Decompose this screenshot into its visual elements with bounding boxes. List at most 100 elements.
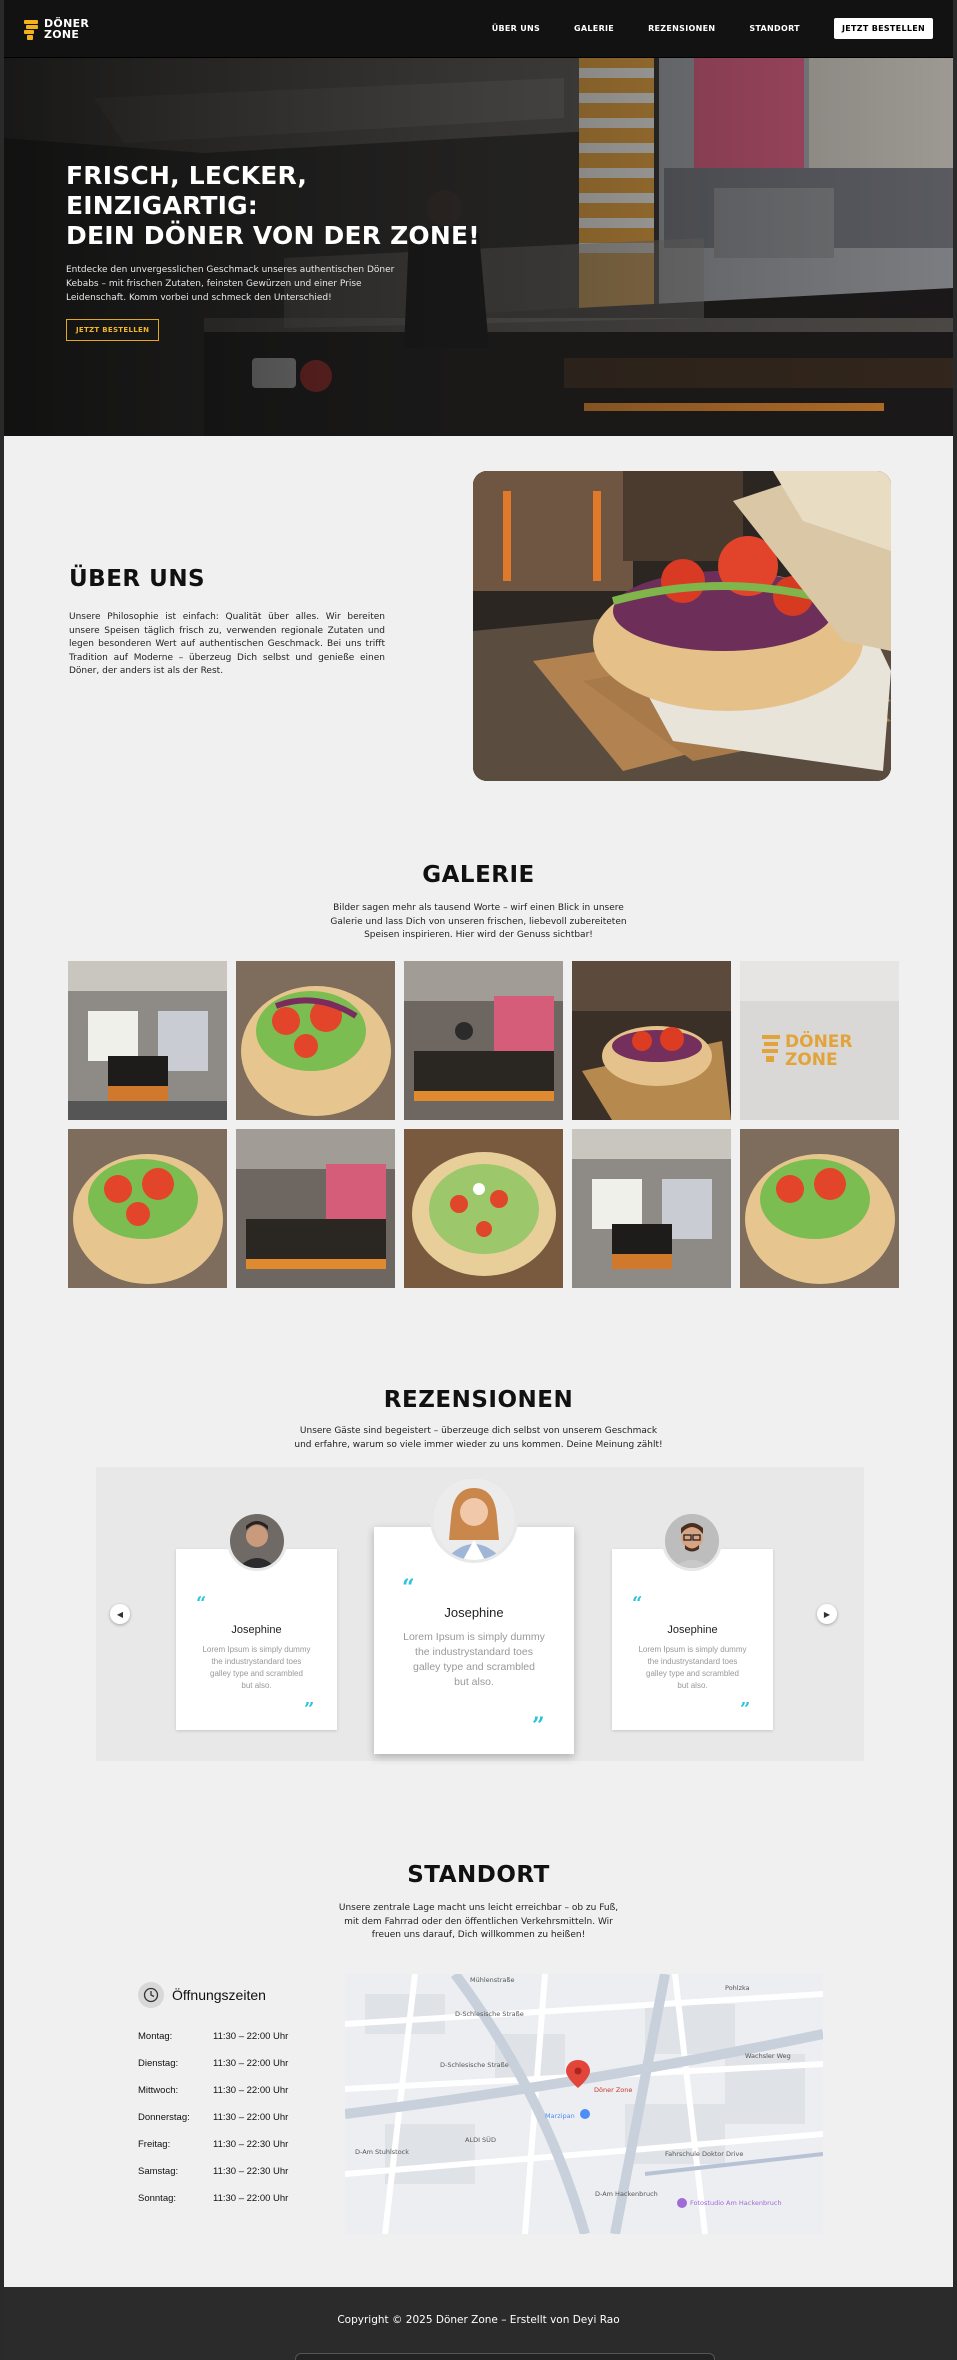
chevron-right-icon: ▶ — [823, 1609, 831, 1619]
hours-row: Dienstag: 11:30 – 22:00 Uhr — [138, 2058, 328, 2069]
nav-item-ueber-uns[interactable]: ÜBER UNS — [492, 24, 540, 33]
hero-section: FRISCH, LECKER, EINZIGARTIG: DEIN DÖNER … — [4, 58, 953, 436]
hours-time: 11:30 – 22:00 Uhr — [213, 2031, 289, 2042]
opening-hours-header: Öffnungszeiten — [138, 1982, 328, 2008]
hours-row: Samstag: 11:30 – 22:30 Uhr — [138, 2166, 328, 2177]
review-text-line: the industrystandard toes — [647, 1657, 738, 1666]
hours-time: 11:30 – 22:30 Uhr — [213, 2139, 289, 2150]
about-doner-image — [473, 471, 891, 781]
review-name: Josephine — [667, 1624, 718, 1636]
open-quote-icon: “ — [402, 1575, 415, 1601]
review-text-line: galley type and scrambled — [646, 1669, 739, 1678]
gallery-image[interactable] — [68, 961, 227, 1120]
nav-item-rezensionen[interactable]: REZENSIONEN — [648, 24, 715, 33]
hours-day: Sonntag: — [138, 2193, 177, 2204]
map-label: Fahrschule Doktor Drive — [665, 2150, 743, 2158]
review-text-line: Lorem Ipsum is simply dummy — [638, 1645, 747, 1654]
hours-row: Montag: 11:30 – 22:00 Uhr — [138, 2031, 328, 2042]
clock-icon — [138, 1982, 164, 2008]
map-label: Wachsler Weg — [745, 2052, 791, 2060]
review-text-line: galley type and scrambled — [210, 1669, 303, 1678]
gallery-image[interactable] — [404, 961, 563, 1120]
chevron-left-icon: ◀ — [116, 1609, 124, 1619]
brand-name: DÖNER ZONE — [44, 18, 89, 40]
hours-time: 11:30 – 22:00 Uhr — [213, 2085, 289, 2096]
review-card: “ Josephine Lorem Ipsum is simply dummy … — [176, 1549, 337, 1730]
review-text: Lorem Ipsum is simply dummy the industry… — [612, 1644, 773, 1692]
hours-time: 11:30 – 22:30 Uhr — [213, 2166, 289, 2177]
review-text-line: but also. — [454, 1676, 494, 1688]
review-text-line: the industrystandard toes — [211, 1657, 302, 1666]
footer: Copyright © 2025 Döner Zone – Erstellt v… — [4, 2287, 953, 2360]
hours-time: 11:30 – 22:00 Uhr — [213, 2058, 289, 2069]
nav-item-galerie[interactable]: GALERIE — [574, 24, 614, 33]
gallery-image[interactable] — [740, 1129, 899, 1288]
review-name: Josephine — [444, 1605, 504, 1620]
hero-title-line-1: FRISCH, LECKER, EINZIGARTIG: — [66, 161, 308, 220]
map-label: D-Schlesische Straße — [455, 2010, 524, 2018]
open-quote-icon: “ — [196, 1593, 207, 1614]
carousel-next-button[interactable]: ▶ — [817, 1604, 837, 1624]
gallery-image[interactable] — [572, 1129, 731, 1288]
page: DÖNER ZONE ÜBER UNS GALERIE REZENSIONEN … — [4, 0, 953, 2360]
open-quote-icon: “ — [632, 1593, 643, 1614]
carousel-prev-button[interactable]: ◀ — [110, 1604, 130, 1624]
hero-subtitle: Entdecke den unvergesslichen Geschmack u… — [66, 265, 395, 303]
opening-hours: Öffnungszeiten Montag: 11:30 – 22:00 Uhr … — [138, 1982, 328, 2204]
map-label: D-Am Hackenbruch — [595, 2190, 658, 2198]
gallery-image[interactable] — [404, 1129, 563, 1288]
location-subtitle-line-1: Unsere zentrale Lage macht uns leicht er… — [338, 1903, 619, 1913]
review-text: Lorem Ipsum is simply dummy the industry… — [374, 1630, 574, 1690]
map-label: ALDI SÜD — [465, 2135, 496, 2144]
reviews-title: REZENSIONEN — [383, 1387, 574, 1413]
map-label: Pohlzka — [725, 1984, 750, 1992]
hours-day: Montag: — [138, 2031, 173, 2042]
review-avatar — [227, 1511, 287, 1571]
gallery-image[interactable] — [68, 1129, 227, 1288]
map-label: D-Am Stuhlstock — [355, 2148, 409, 2156]
nav-order-button[interactable]: JETZT BESTELLEN — [833, 18, 933, 39]
review-text-line: Lorem Ipsum is simply dummy — [403, 1631, 545, 1643]
gallery-image[interactable] — [236, 1129, 395, 1288]
review-card: “ Josephine Lorem Ipsum is simply dummy … — [612, 1549, 773, 1730]
location-subtitle-line-2: mit dem Fahrrad oder den öffentlichen Ve… — [344, 1916, 613, 1927]
hours-row: Sonntag: 11:30 – 22:00 Uhr — [138, 2193, 328, 2204]
gallery-image[interactable] — [572, 961, 731, 1120]
hours-day: Mittwoch: — [138, 2085, 179, 2096]
map-label: D-Schlesische Straße — [440, 2061, 509, 2069]
brand-line-2: ZONE — [44, 27, 80, 41]
close-quote-icon: ” — [304, 1699, 315, 1720]
location-title: STANDORT — [407, 1862, 550, 1888]
hero-order-button[interactable]: JETZT BESTELLEN — [66, 319, 160, 341]
doner-logo-icon — [24, 18, 40, 40]
opening-hours-title: Öffnungszeiten — [172, 1987, 266, 2003]
about-title: ÜBER UNS — [69, 566, 206, 592]
review-text-line: but also. — [241, 1681, 272, 1690]
map-label: Marzipan — [545, 2112, 575, 2120]
hours-day: Donnerstag: — [138, 2112, 190, 2123]
hours-row: Mittwoch: 11:30 – 22:00 Uhr — [138, 2085, 328, 2096]
gallery-subtitle-line-3: Speisen inspirieren. Hier wird der Genus… — [364, 930, 593, 940]
gallery-subtitle: Bilder sagen mehr als tausend Worte – wi… — [4, 902, 953, 943]
hours-day: Freitag: — [138, 2139, 171, 2150]
gallery-image[interactable] — [236, 961, 395, 1120]
gallery-image-sign[interactable]: DÖNER ZONE — [740, 961, 899, 1120]
reviews-subtitle: Unsere Gäste sind begeistert – überzeuge… — [4, 1425, 953, 1452]
reviews-carousel: ◀ ▶ “ Josephine Lorem Ipsum is simply du… — [96, 1467, 864, 1761]
hours-time: 11:30 – 22:00 Uhr — [213, 2112, 289, 2123]
nav-item-standort[interactable]: STANDORT — [749, 24, 800, 33]
nav-links: ÜBER UNS GALERIE REZENSIONEN STANDORT JE… — [492, 18, 933, 39]
copyright-text: Copyright © 2025 Döner Zone – Erstellt v… — [337, 2314, 620, 2326]
location-map[interactable]: Döner Zone D-Schlesische Straße D-Schles… — [345, 1974, 823, 2234]
location-subtitle: Unsere zentrale Lage macht uns leicht er… — [4, 1902, 953, 1943]
hours-row: Freitag: 11:30 – 22:30 Uhr — [138, 2139, 328, 2150]
gallery-sign-line-2: ZONE — [785, 1050, 838, 1070]
review-text-line: Lorem Ipsum is simply dummy — [202, 1645, 311, 1654]
gallery-subtitle-line-1: Bilder sagen mehr als tausend Worte – wi… — [333, 903, 624, 913]
review-text-line: galley type and scrambled — [413, 1661, 535, 1673]
brand-logo[interactable]: DÖNER ZONE — [24, 18, 89, 40]
gallery-title: GALERIE — [422, 862, 535, 888]
brand-line-1: DÖNER — [44, 16, 90, 30]
hero-text-block: FRISCH, LECKER, EINZIGARTIG: DEIN DÖNER … — [66, 161, 486, 341]
hours-time: 11:30 – 22:00 Uhr — [213, 2193, 289, 2204]
